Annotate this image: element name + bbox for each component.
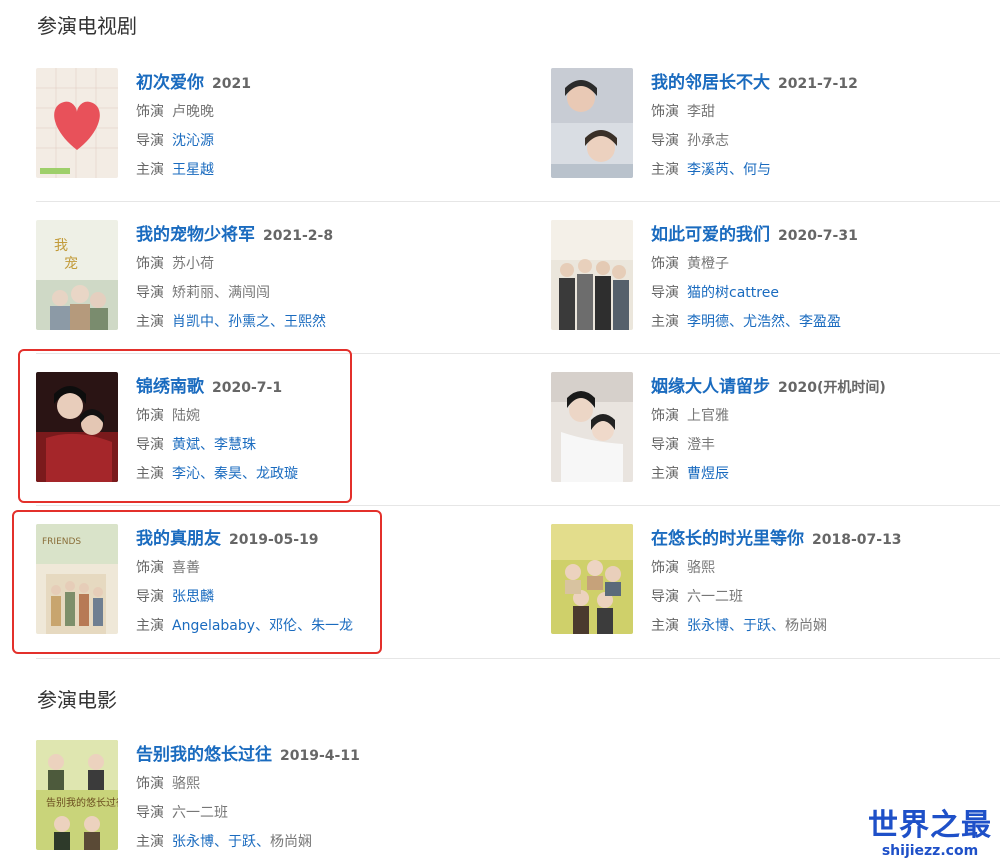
cast-link[interactable]: 尤浩然 — [743, 314, 785, 330]
cast-link[interactable]: 于跃 — [228, 834, 256, 850]
role-label: 饰演 — [651, 560, 679, 576]
cast-label: 主演 — [651, 466, 679, 482]
role-value: 上官雅 — [687, 408, 729, 424]
poster-image[interactable] — [551, 372, 633, 482]
section-title-tv: 参演电视剧 — [37, 14, 137, 38]
role-label: 饰演 — [136, 776, 164, 792]
role-value: 李甜 — [687, 104, 715, 120]
director-value: 六一二班 — [687, 589, 743, 605]
air-date: 2020(开机时间) — [778, 380, 886, 396]
drama-title[interactable]: 在悠长的时光里等你 — [651, 529, 804, 549]
role-value: 卢晚晚 — [172, 104, 214, 120]
role-label: 饰演 — [651, 256, 679, 272]
tv-item: 姻缘大人请留步 2020(开机时间) 饰演 上官雅 导演 澄丰 主演 曹煜辰 — [551, 372, 1000, 492]
poster-image[interactable] — [551, 220, 633, 330]
air-date: 2018-07-13 — [812, 532, 902, 548]
air-date: 2021-2-8 — [263, 228, 334, 244]
poster-image[interactable] — [551, 68, 633, 178]
drama-title[interactable]: 如此可爱的我们 — [651, 225, 770, 245]
director-link[interactable]: 沈沁源 — [172, 133, 214, 149]
director-link[interactable]: 猫的树cattree — [687, 285, 779, 301]
cast-plain: 杨尚娴 — [270, 834, 312, 850]
cast-link[interactable]: 曹煜辰 — [687, 466, 729, 482]
director-label: 导演 — [651, 133, 679, 149]
poster-image[interactable] — [36, 68, 118, 178]
director-label: 导演 — [651, 589, 679, 605]
cast-link[interactable]: 于跃 — [743, 618, 771, 634]
drama-title[interactable]: 初次爱你 — [136, 73, 204, 93]
director-value: 孙承志 — [687, 133, 729, 149]
tv-item: 我 宠 我的宠物少将军 2021-2-8 饰演 苏小荷 导演 矫莉丽、满闯闯 主演 肖凯… — [36, 220, 496, 340]
cast-label: 主演 — [651, 162, 679, 178]
cast-link[interactable]: 王熙然 — [284, 314, 326, 330]
poster-image[interactable]: 告别我的悠长过往 — [36, 740, 118, 850]
role-label: 饰演 — [136, 104, 164, 120]
cast-link[interactable]: 孙熏之 — [228, 314, 270, 330]
cast-label: 主演 — [136, 834, 164, 850]
cast-label: 主演 — [651, 618, 679, 634]
tv-item: 初次爱你 2021 饰演 卢晚晚 导演 沈沁源 主演 王星越 — [36, 68, 496, 188]
air-date: 2021-7-12 — [778, 76, 858, 92]
director-label: 导演 — [136, 805, 164, 821]
svg-text:宠: 宠 — [64, 256, 78, 272]
drama-title[interactable]: 我的邻居长不大 — [651, 73, 770, 93]
divider — [36, 658, 1000, 659]
divider — [36, 505, 1000, 506]
director-label: 导演 — [651, 437, 679, 453]
movie-item: 告别我的悠长过往 告别我的悠长过往 2019-4-11 饰演 骆熙 导演 六一二班 主… — [36, 740, 496, 860]
divider — [36, 201, 1000, 202]
svg-text:我: 我 — [54, 238, 68, 254]
cast-label: 主演 — [136, 162, 164, 178]
watermark-logo: 世界之最 shijiezz.com — [868, 808, 992, 860]
role-value: 苏小荷 — [172, 256, 214, 272]
watermark-en: shijiezz.com — [881, 843, 979, 859]
cast-plain: 杨尚娴 — [785, 618, 827, 634]
director-label: 导演 — [651, 285, 679, 301]
drama-title[interactable]: 我的宠物少将军 — [136, 225, 255, 245]
tv-item: 在悠长的时光里等你 2018-07-13 饰演 骆熙 导演 六一二班 主演 张永博、于跃… — [551, 524, 1000, 644]
watermark-cn: 世界之最 — [868, 808, 992, 843]
tv-item: 如此可爱的我们 2020-7-31 饰演 黄橙子 导演 猫的树cattree 主演 李明… — [551, 220, 1000, 340]
role-value: 黄橙子 — [687, 256, 729, 272]
role-label: 饰演 — [651, 408, 679, 424]
cast-label: 主演 — [136, 314, 164, 330]
cast-link[interactable]: 李溪芮 — [687, 162, 729, 178]
movie-title[interactable]: 告别我的悠长过往 — [136, 745, 272, 765]
air-date: 2020-7-31 — [778, 228, 858, 244]
role-value: 骆熙 — [687, 560, 715, 576]
poster-image[interactable] — [551, 524, 633, 634]
svg-text:告别我的悠长过往: 告别我的悠长过往 — [46, 796, 118, 809]
role-label: 饰演 — [651, 104, 679, 120]
cast-link[interactable]: 王星越 — [172, 162, 214, 178]
cast-label: 主演 — [651, 314, 679, 330]
tv-item: 我的邻居长不大 2021-7-12 饰演 李甜 导演 孙承志 主演 李溪芮、何与 — [551, 68, 1000, 188]
director-value: 澄丰 — [687, 437, 715, 453]
director-value: 六一二班 — [172, 805, 228, 821]
cast-link[interactable]: 李明德 — [687, 314, 729, 330]
cast-link[interactable]: 李盈盈 — [799, 314, 841, 330]
drama-title[interactable]: 姻缘大人请留步 — [651, 377, 770, 397]
director-label: 导演 — [136, 285, 164, 301]
cast-link[interactable]: 何与 — [743, 162, 771, 178]
director-value: 矫莉丽、满闯闯 — [172, 285, 270, 301]
role-label: 饰演 — [136, 256, 164, 272]
cast-link[interactable]: 张永博 — [172, 834, 214, 850]
section-title-movie: 参演电影 — [37, 688, 117, 712]
cast-link[interactable]: 肖凯中 — [172, 314, 214, 330]
highlight-box — [12, 510, 382, 654]
director-label: 导演 — [136, 133, 164, 149]
poster-image[interactable]: 我 宠 — [36, 220, 118, 330]
highlight-box — [18, 349, 352, 503]
role-value: 骆熙 — [172, 776, 200, 792]
air-date: 2021 — [212, 76, 251, 92]
cast-link[interactable]: 张永博 — [687, 618, 729, 634]
release-date: 2019-4-11 — [280, 748, 360, 764]
